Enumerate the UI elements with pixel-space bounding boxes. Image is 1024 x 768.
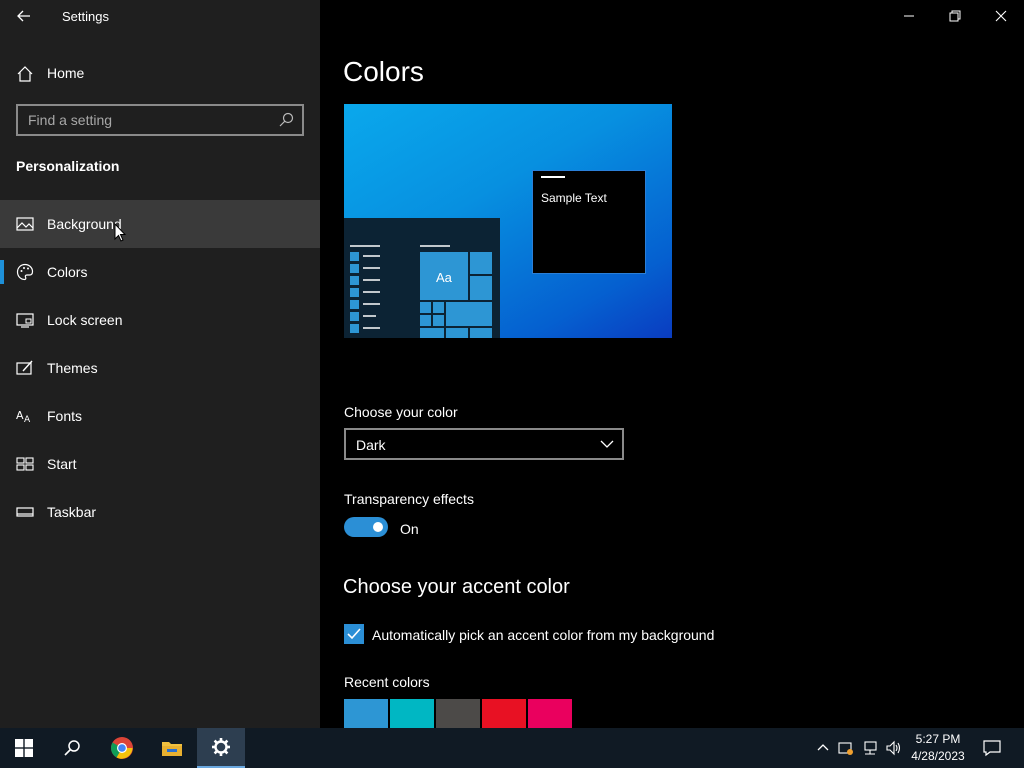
color-swatch[interactable] <box>482 699 526 728</box>
choose-color-value: Dark <box>356 437 386 453</box>
mouse-cursor-icon <box>114 223 126 242</box>
sidebar-item-taskbar[interactable]: Taskbar <box>0 488 320 536</box>
recent-colors-label: Recent colors <box>344 674 430 690</box>
app-title: Settings <box>62 9 109 24</box>
settings-gear-icon <box>212 738 230 756</box>
taskbar-search-button[interactable] <box>48 728 96 768</box>
sidebar-item-label: Background <box>47 216 122 232</box>
sidebar-item-label: Start <box>47 456 77 472</box>
clock[interactable]: 5:27 PM 4/28/2023 <box>906 731 970 765</box>
start-button[interactable] <box>0 728 48 768</box>
preview-tile-text: Aa <box>436 270 452 285</box>
auto-accent-checkbox[interactable] <box>344 624 364 644</box>
chrome-button[interactable] <box>98 728 146 768</box>
settings-taskbar-button[interactable] <box>197 728 245 768</box>
choose-color-label: Choose your color <box>344 404 458 420</box>
sidebar-home[interactable]: Home <box>0 56 320 90</box>
themes-icon <box>16 360 33 375</box>
start-menu-icon <box>16 457 34 471</box>
transparency-label: Transparency effects <box>344 491 474 507</box>
sidebar-item-label: Lock screen <box>47 312 123 328</box>
chevron-up-icon[interactable] <box>815 740 831 756</box>
sidebar-item-fonts[interactable]: AA Fonts <box>0 392 320 440</box>
preview-window: Sample Text <box>532 170 646 274</box>
clock-date: 4/28/2023 <box>911 749 965 763</box>
network-icon[interactable] <box>862 740 878 756</box>
chevron-down-icon <box>600 440 614 448</box>
color-swatch[interactable] <box>344 699 388 728</box>
clock-time: 5:27 PM <box>915 732 961 746</box>
color-swatch[interactable] <box>528 699 572 728</box>
update-icon[interactable] <box>838 740 854 756</box>
minimize-icon <box>904 15 914 17</box>
transparency-state: On <box>400 521 419 537</box>
page-title: Colors <box>343 56 424 87</box>
search-icon <box>64 740 80 756</box>
svg-text:A: A <box>24 415 31 425</box>
chrome-icon <box>111 737 133 759</box>
checkmark-icon <box>347 628 361 640</box>
preview-start-menu: Aa <box>344 218 500 338</box>
volume-icon[interactable] <box>886 740 902 756</box>
sidebar-item-label: Taskbar <box>47 504 97 520</box>
preview-start-tiles <box>350 245 492 338</box>
accent-heading: Choose your accent color <box>343 576 570 598</box>
search-icon[interactable] <box>278 112 294 128</box>
fonts-icon: AA <box>16 409 31 425</box>
taskbar-icon <box>16 507 34 517</box>
sidebar-item-lock-screen[interactable]: Lock screen <box>0 296 320 344</box>
back-arrow-icon <box>17 10 30 22</box>
file-explorer-button[interactable] <box>148 728 196 768</box>
search-placeholder: Find a setting <box>28 112 113 128</box>
back-button[interactable] <box>12 6 36 26</box>
section-title: Personalization <box>16 158 120 174</box>
theme-preview: Aa Sample Text <box>344 104 672 338</box>
windows-logo-icon <box>15 739 33 757</box>
home-icon <box>17 66 33 82</box>
preview-sample-text: Sample Text <box>541 191 607 205</box>
sidebar-item-label: Fonts <box>47 408 83 424</box>
sidebar-item-label: Colors <box>47 264 88 280</box>
preview-window-bar <box>541 176 565 178</box>
sidebar-item-label: Themes <box>47 360 98 376</box>
transparency-toggle[interactable] <box>344 517 388 537</box>
choose-color-dropdown[interactable]: Dark <box>344 428 624 460</box>
folder-icon <box>162 742 182 756</box>
restore-icon <box>949 10 961 22</box>
color-swatch[interactable] <box>390 699 434 728</box>
picture-icon <box>16 217 34 231</box>
restore-button[interactable] <box>932 0 978 32</box>
sidebar-item-start[interactable]: Start <box>0 440 320 488</box>
minimize-button[interactable] <box>886 0 932 32</box>
title-bar: Settings <box>0 0 320 32</box>
svg-text:A: A <box>16 409 24 422</box>
palette-icon <box>16 263 34 281</box>
color-swatch[interactable] <box>436 699 480 728</box>
sidebar-item-colors[interactable]: Colors <box>0 248 320 296</box>
taskbar: 5:27 PM 4/28/2023 <box>0 728 1024 768</box>
close-icon <box>995 10 1007 22</box>
action-center-icon[interactable] <box>983 739 1001 757</box>
close-button[interactable] <box>978 0 1024 32</box>
lock-screen-icon <box>16 313 34 328</box>
sidebar: Settings Home Find a setting Personaliza… <box>0 0 320 728</box>
sidebar-item-themes[interactable]: Themes <box>0 344 320 392</box>
home-label: Home <box>47 65 85 81</box>
recent-colors-row <box>344 699 572 728</box>
auto-accent-label: Automatically pick an accent color from … <box>372 627 715 643</box>
sidebar-item-background[interactable]: Background <box>0 200 320 248</box>
search-input[interactable]: Find a setting <box>16 104 304 136</box>
toggle-knob <box>373 522 383 532</box>
